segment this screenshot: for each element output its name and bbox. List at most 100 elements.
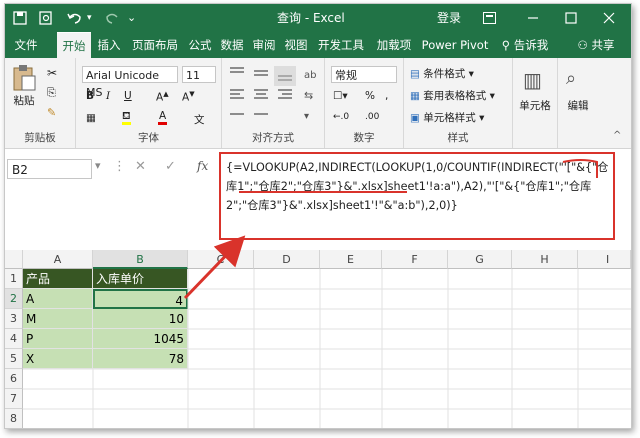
- tell-me[interactable]: ⚲ 告诉我: [495, 32, 555, 58]
- tab-home[interactable]: 开始: [57, 32, 91, 59]
- currency-icon[interactable]: ☐▾: [333, 90, 348, 102]
- border-icon[interactable]: ▦: [86, 112, 96, 124]
- comma-icon[interactable]: ,: [385, 90, 388, 102]
- percent-icon[interactable]: %: [365, 90, 375, 102]
- ribbon-display-icon[interactable]: [483, 4, 496, 32]
- conditional-format-button[interactable]: ▤ 条件格式 ▾: [410, 66, 474, 81]
- tab-insert[interactable]: 插入: [93, 32, 125, 58]
- column-header-b[interactable]: B: [93, 250, 188, 269]
- svg-text:⇆: ⇆: [304, 89, 313, 102]
- svg-text:ab: ab: [304, 70, 316, 81]
- preview-icon[interactable]: [39, 4, 53, 32]
- tab-power-pivot[interactable]: Power Pivot: [419, 32, 491, 58]
- font-size-select[interactable]: 11: [182, 66, 216, 83]
- phonetic-icon[interactable]: 文: [194, 112, 205, 127]
- name-box-dropdown-icon[interactable]: ▾: [95, 159, 101, 172]
- number-group: 常规 ☐▾ % , ←.0 .00 数字: [325, 58, 404, 148]
- collapse-ribbon-icon[interactable]: ^: [613, 130, 621, 141]
- bold-icon[interactable]: B: [86, 90, 94, 102]
- italic-icon[interactable]: I: [106, 90, 110, 102]
- svg-text:▾: ▾: [304, 111, 309, 122]
- alignment-group: ab ⇆ ▾ 对齐方式: [222, 58, 325, 148]
- number-format-select[interactable]: 常规: [331, 66, 397, 83]
- tab-view[interactable]: 视图: [281, 32, 311, 58]
- insert-function-icon[interactable]: fx: [197, 159, 208, 173]
- cell-styles-button[interactable]: ▣ 单元格样式 ▾: [410, 110, 484, 125]
- copy-icon[interactable]: ⎘: [47, 86, 56, 100]
- tab-addins[interactable]: 加载项: [371, 32, 417, 58]
- styles-label: 样式: [447, 132, 469, 144]
- tab-formulas[interactable]: 公式: [185, 32, 215, 58]
- column-header-f[interactable]: F: [382, 250, 448, 269]
- column-header-g[interactable]: G: [448, 250, 512, 269]
- clipboard-label: 剪贴板: [24, 132, 56, 144]
- find-icon[interactable]: ⌕: [566, 68, 576, 89]
- customize-toolbar-icon[interactable]: ⌄: [127, 4, 136, 32]
- cut-icon[interactable]: ✂: [47, 66, 57, 80]
- column-header-i[interactable]: I: [578, 250, 631, 269]
- underline-icon[interactable]: U: [124, 90, 132, 102]
- column-header-c[interactable]: C: [188, 250, 254, 269]
- format-as-table-button[interactable]: ▦ 套用表格格式 ▾: [410, 88, 495, 103]
- enter-formula-icon[interactable]: ✓: [165, 159, 176, 174]
- cell-style-icon: ▣: [410, 112, 420, 124]
- ribbon: 粘贴 ✂ ⎘ ✎ 剪贴板 Arial Unicode MS 11 B I U A…: [5, 58, 631, 149]
- cancel-formula-icon[interactable]: ✕: [135, 159, 146, 174]
- paste-button[interactable]: 粘贴: [11, 64, 37, 108]
- number-label: 数字: [353, 132, 375, 144]
- conditional-format-label: 条件格式: [423, 68, 466, 80]
- share-button[interactable]: ⚇ 共享: [565, 32, 627, 58]
- login-link[interactable]: 登录: [437, 4, 461, 32]
- cells-button-label[interactable]: 单元格: [515, 98, 555, 113]
- format-as-table-label: 套用表格格式: [423, 90, 487, 102]
- table-icon: ▦: [410, 90, 420, 102]
- alignment-label: 对齐方式: [252, 132, 294, 144]
- save-icon[interactable]: [13, 4, 27, 32]
- font-color-icon[interactable]: A: [158, 110, 168, 125]
- tab-file[interactable]: 文件: [7, 32, 45, 58]
- column-header-e[interactable]: E: [320, 250, 382, 269]
- lightbulb-icon: ⚲: [501, 38, 511, 52]
- formula-bar-dots-icon: ⋮: [113, 159, 126, 174]
- font-shrink-icon[interactable]: A▼: [182, 90, 195, 104]
- cells-group: ▥ 单元格: [513, 58, 558, 148]
- minimize-icon[interactable]: [527, 4, 539, 32]
- share-label: 共享: [591, 38, 615, 52]
- select-all-corner[interactable]: [5, 250, 23, 269]
- decrease-decimal-icon[interactable]: .00: [365, 112, 379, 122]
- formula-bar: B2 ▾ ⋮ ✕ ✓ fx {=VLOOKUP(A2,INDIRECT(LOOK…: [5, 149, 631, 244]
- column-header-a[interactable]: A: [23, 250, 93, 269]
- tab-review[interactable]: 审阅: [249, 32, 279, 58]
- font-label: 字体: [138, 132, 159, 144]
- gridlines: [23, 269, 631, 428]
- font-name-select[interactable]: Arial Unicode MS: [82, 66, 178, 99]
- excel-window: ▾ ⌄ 查询 - Excel 登录 文件 开始 插入 页面布局 公式 数据 审阅…: [4, 3, 632, 429]
- tab-page-layout[interactable]: 页面布局: [127, 32, 183, 58]
- redo-icon[interactable]: [105, 4, 119, 32]
- clipboard-group: 粘贴 ✂ ⎘ ✎ 剪贴板: [5, 58, 76, 148]
- fill-color-icon[interactable]: ⛾: [122, 110, 131, 125]
- undo-dropdown-icon[interactable]: ▾: [87, 4, 92, 32]
- format-painter-icon[interactable]: ✎: [47, 106, 56, 119]
- cells-icon[interactable]: ▥: [523, 68, 542, 92]
- cell-styles-label: 单元格样式: [423, 112, 476, 124]
- tell-me-label: 告诉我: [513, 38, 549, 52]
- formula-input[interactable]: {=VLOOKUP(A2,INDIRECT(LOOKUP(1,0/COUNTIF…: [219, 152, 615, 240]
- tab-developer[interactable]: 开发工具: [313, 32, 369, 58]
- alignment-icons[interactable]: ab ⇆ ▾: [226, 64, 322, 130]
- font-group: Arial Unicode MS 11 B I U A▲ A▼ ▦ ⛾ A 文 …: [76, 58, 222, 148]
- title-bar: ▾ ⌄ 查询 - Excel 登录: [5, 4, 631, 32]
- name-box[interactable]: B2: [7, 159, 92, 179]
- column-header-d[interactable]: D: [254, 250, 320, 269]
- editing-group: ⌕ 编辑: [558, 58, 598, 148]
- font-grow-icon[interactable]: A▲: [156, 90, 169, 104]
- column-header-h[interactable]: H: [512, 250, 578, 269]
- restore-icon[interactable]: [565, 4, 577, 32]
- editing-button-label[interactable]: 编辑: [560, 98, 596, 113]
- undo-icon[interactable]: [67, 4, 83, 32]
- close-icon[interactable]: [603, 4, 615, 32]
- increase-decimal-icon[interactable]: ←.0: [333, 112, 349, 122]
- paste-icon: [13, 65, 36, 91]
- window-title: 查询 - Excel: [277, 11, 345, 25]
- tab-data[interactable]: 数据: [217, 32, 247, 58]
